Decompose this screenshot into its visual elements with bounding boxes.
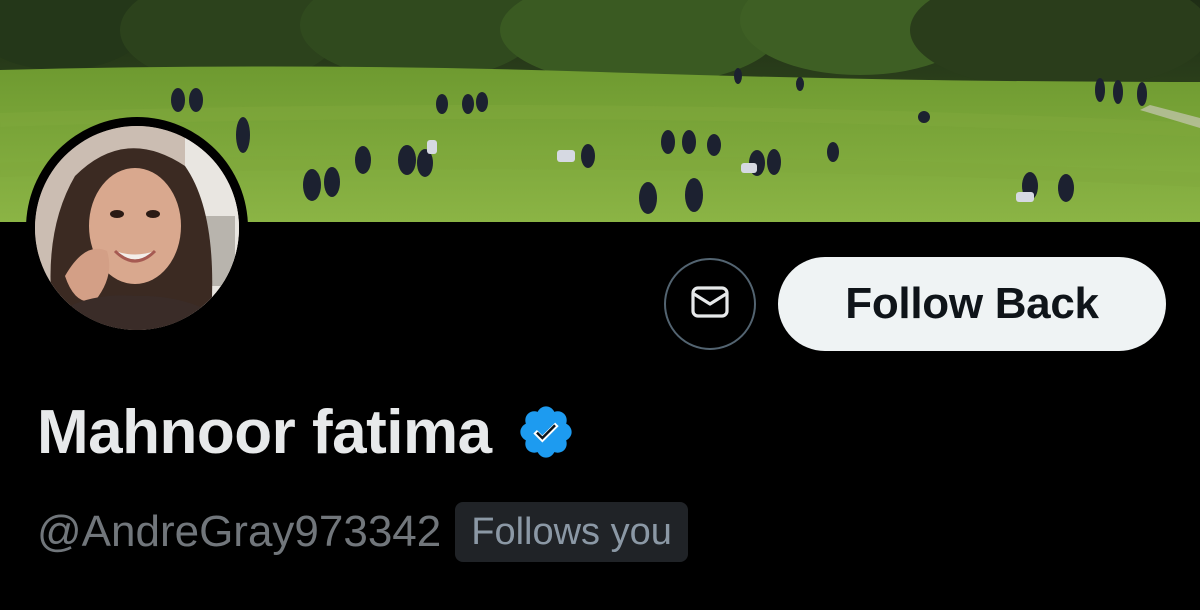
envelope-icon <box>690 282 730 327</box>
display-name: Mahnoor fatima <box>37 397 492 467</box>
avatar[interactable] <box>26 117 248 339</box>
follow-back-button[interactable]: Follow Back <box>778 257 1166 351</box>
handle-row: @AndreGray973342 Follows you <box>37 502 688 562</box>
follows-you-badge: Follows you <box>455 502 688 562</box>
display-name-row: Mahnoor fatima <box>37 392 578 472</box>
avatar-image <box>35 126 239 330</box>
username-handle: @AndreGray973342 <box>37 507 442 556</box>
follow-back-label: Follow Back <box>845 279 1099 328</box>
verified-badge-icon[interactable] <box>516 401 578 463</box>
message-button[interactable] <box>664 258 756 350</box>
